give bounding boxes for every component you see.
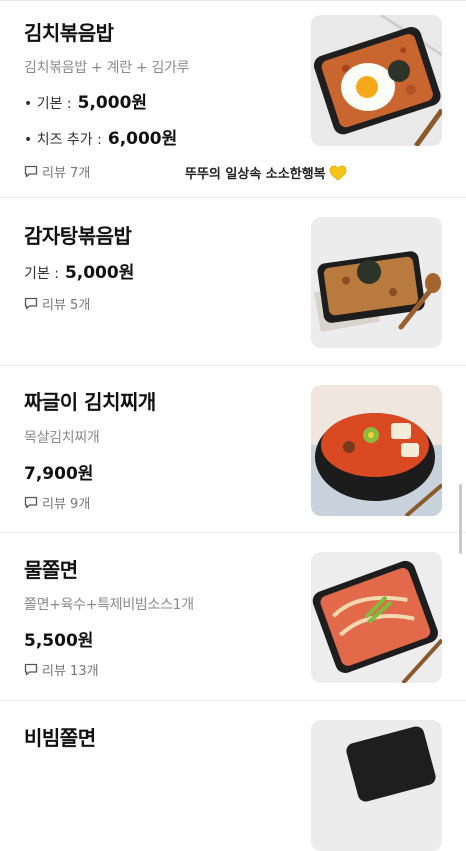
gamjatang-fried-rice-photo: [311, 217, 442, 348]
kimchi-fried-rice-photo: [311, 15, 442, 146]
review-count-text: 리뷰 7개: [42, 166, 91, 181]
menu-item-description: 김치볶음밥 + 계란 + 김가루: [24, 60, 190, 76]
price-label: 기본 :: [24, 266, 59, 282]
menu-item-photo[interactable]: [311, 720, 442, 851]
menu-item-name: 감자탕볶음밥: [24, 224, 132, 248]
menu-item-gamjatang-fried-rice[interactable]: 감자탕볶음밥 기본 : 5,000원 리뷰 5개: [0, 198, 466, 366]
menu-item-mul-jjolmyeon[interactable]: 물쫄면 쫄면+육수+특제비빔소스1개 5,500원 리뷰 13개: [0, 533, 466, 701]
review-count-text: 리뷰 9개: [42, 497, 91, 512]
menu-item-name: 김치볶음밥: [24, 21, 114, 45]
speech-bubble-icon: [24, 297, 38, 310]
speech-bubble-icon: [24, 496, 38, 509]
menu-item-description: 쫄면+육수+특제비빔소스1개: [24, 597, 194, 613]
bibim-jjolmyeon-photo: [311, 720, 442, 851]
price-option-cheese: • 치즈 추가 : 6,000원: [24, 124, 177, 149]
menu-item-price: 7,900원: [24, 464, 94, 484]
speech-bubble-icon: [24, 165, 38, 178]
review-count: 리뷰 5개: [24, 294, 90, 313]
price-value: 6,000원: [107, 129, 178, 149]
price-option-basic: • 기본 : 5,000원: [24, 88, 147, 113]
review-count-text: 리뷰 5개: [42, 298, 91, 313]
yellow-heart-icon: [329, 165, 347, 181]
menu-item-bibim-jjolmyeon[interactable]: 비빔쫄면: [0, 701, 466, 851]
menu-item-jjageuli-kimchi-stew[interactable]: 짜글이 김치찌개 목살김치찌개 7,900원 리뷰 9개: [0, 366, 466, 533]
review-count-text: 리뷰 13개: [42, 664, 99, 679]
menu-item-kimchi-fried-rice[interactable]: 김치볶음밥 김치볶음밥 + 계란 + 김가루 • 기본 : 5,000원 • 치…: [0, 0, 466, 198]
menu-item-photo[interactable]: [311, 217, 442, 348]
price-option-basic: 기본 : 5,000원: [24, 258, 134, 283]
review-count: 리뷰 13개: [24, 660, 99, 679]
menu-item-photo[interactable]: [311, 385, 442, 516]
kimchi-stew-photo: [311, 385, 442, 516]
price-value: 5,000원: [64, 263, 135, 283]
menu-item-price: 5,500원: [24, 631, 94, 651]
price-value: 5,000원: [77, 93, 148, 113]
scrollbar-thumb[interactable]: [459, 484, 462, 554]
menu-item-name: 짜글이 김치찌개: [24, 390, 156, 414]
speech-bubble-icon: [24, 663, 38, 676]
caption-text: 뚜뚜의 일상속 소소한행복: [185, 167, 326, 182]
price-label: • 기본 :: [24, 96, 72, 112]
menu-item-photo[interactable]: [311, 552, 442, 683]
price-label: • 치즈 추가 :: [24, 132, 102, 148]
menu-item-photo[interactable]: [311, 15, 442, 146]
menu-item-name: 물쫄면: [24, 558, 78, 582]
mul-jjolmyeon-photo: [311, 552, 442, 683]
review-count: 리뷰 9개: [24, 493, 90, 512]
menu-item-description: 목살김치찌개: [24, 430, 100, 446]
menu-item-name: 비빔쫄면: [24, 726, 96, 750]
review-count: 리뷰 7개: [24, 162, 90, 181]
image-caption: 뚜뚜의 일상속 소소한행복: [185, 163, 347, 182]
